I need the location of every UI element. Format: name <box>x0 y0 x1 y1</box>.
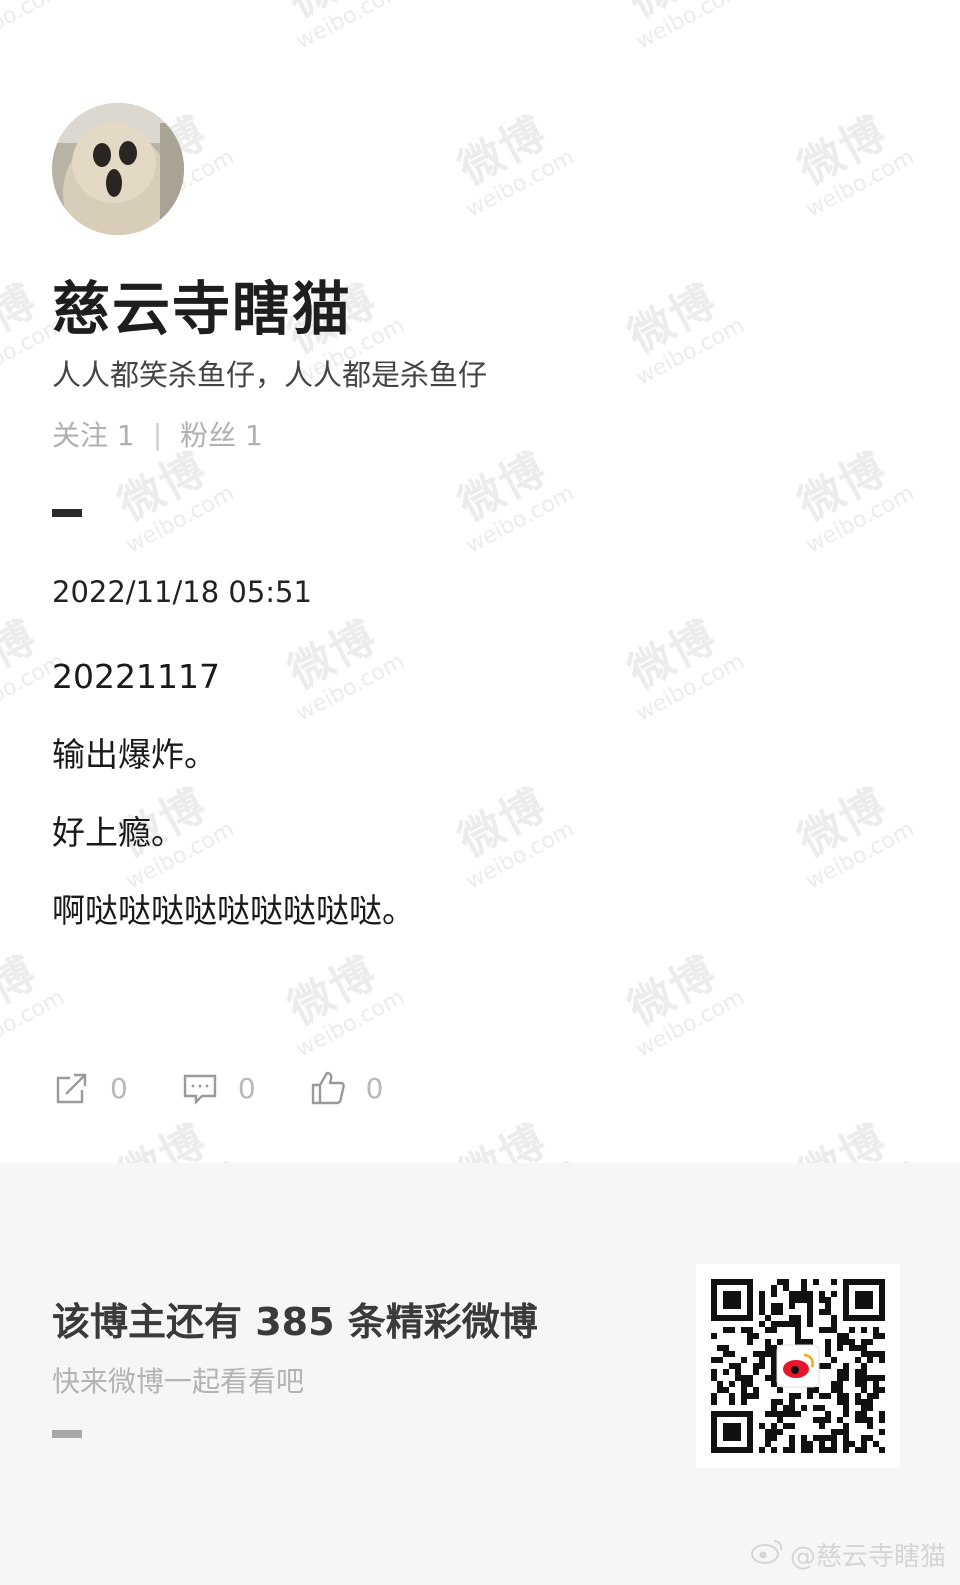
post-datetime: 2022/11/18 05:51 <box>52 575 312 609</box>
post-card: 慈云寺瞎猫 人人都笑杀鱼仔，人人都是杀鱼仔 关注 1 | 粉丝 1 2022/1… <box>0 0 960 1175</box>
credit-handle: @慈云寺瞎猫 <box>789 1542 946 1572</box>
followers-count[interactable]: 粉丝 1 <box>180 414 263 454</box>
repost-count: 0 <box>110 1071 128 1105</box>
promo-subtitle: 快来微博一起看看吧 <box>52 1365 305 1398</box>
promo-title: 该博主还有 385 条精彩微博 <box>52 1300 538 1344</box>
watermark-credit: @慈云寺瞎猫 <box>750 1536 946 1573</box>
qr-code[interactable] <box>696 1264 900 1468</box>
profile-bio: 人人都笑杀鱼仔，人人都是杀鱼仔 <box>52 358 488 392</box>
like-button[interactable]: 0 <box>308 1068 384 1108</box>
post-line: 好上瘾。 <box>52 813 184 852</box>
stats-separator: | <box>152 417 163 451</box>
divider-dash <box>52 509 82 517</box>
profile-stats: 关注 1 | 粉丝 1 <box>52 414 263 454</box>
footer-divider-dash <box>52 1430 82 1438</box>
like-count: 0 <box>365 1071 384 1105</box>
following-count[interactable]: 关注 1 <box>52 414 135 454</box>
post-body: 20221117 输出爆炸。 好上瘾。 啊哒哒哒哒哒哒哒哒哒。 <box>52 657 872 931</box>
repost-icon <box>52 1068 92 1108</box>
footer-promo: 该博主还有 385 条精彩微博 快来微博一起看看吧 <box>0 1163 960 1585</box>
weibo-logo-icon <box>750 1537 784 1572</box>
comment-count: 0 <box>237 1071 256 1105</box>
post-line: 输出爆炸。 <box>52 735 217 774</box>
post-line: 20221117 <box>52 657 220 696</box>
comment-icon <box>180 1068 220 1108</box>
comment-button[interactable]: 0 <box>180 1068 256 1108</box>
avatar[interactable] <box>52 103 184 235</box>
profile-name[interactable]: 慈云寺瞎猫 <box>52 262 352 346</box>
like-icon <box>308 1068 348 1108</box>
repost-button[interactable]: 0 <box>52 1068 128 1108</box>
post-line: 啊哒哒哒哒哒哒哒哒哒。 <box>52 891 415 930</box>
post-actions: 0 0 0 <box>52 1068 435 1108</box>
